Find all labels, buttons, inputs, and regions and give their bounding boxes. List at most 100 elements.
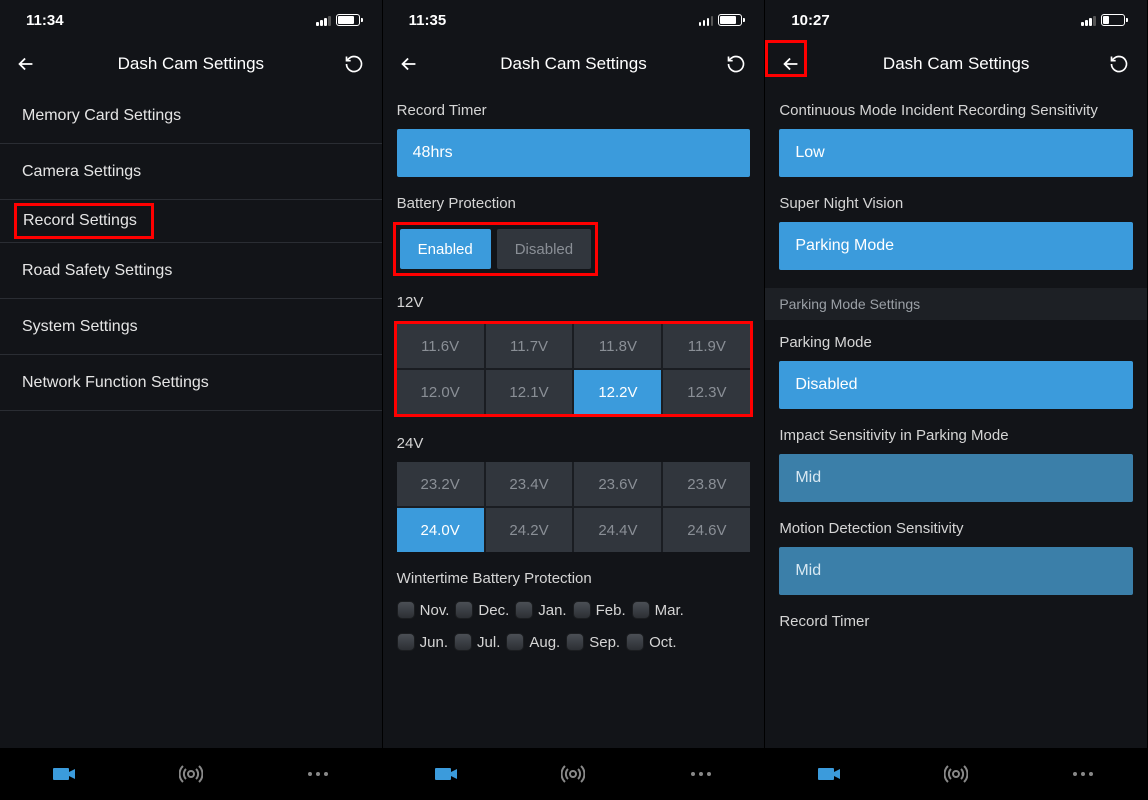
tab-broadcast-icon[interactable] <box>560 761 586 787</box>
winter-month-jun[interactable]: Jun. <box>397 633 448 651</box>
record-timer-label-3: Record Timer <box>765 595 1147 640</box>
battery-protection-label: Battery Protection <box>383 177 765 222</box>
app-header: Dash Cam Settings <box>0 40 382 88</box>
v12-highlight: 11.6V 11.7V 11.8V 11.9V 12.0V 12.1V 12.2… <box>394 321 754 417</box>
winter-label: Wintertime Battery Protection <box>383 552 765 597</box>
record-timer-label: Record Timer <box>383 88 765 129</box>
app-header: Dash Cam Settings <box>765 40 1147 88</box>
signal-icon <box>699 15 714 26</box>
status-bar: 10:27 <box>765 0 1147 40</box>
winter-month-oct[interactable]: Oct. <box>626 633 677 651</box>
motion-detection-label: Motion Detection Sensitivity <box>765 502 1147 547</box>
v24-option[interactable]: 23.6V <box>574 462 661 506</box>
winter-month-sep[interactable]: Sep. <box>566 633 620 651</box>
impact-sensitivity-label: Impact Sensitivity in Parking Mode <box>765 409 1147 454</box>
menu-item-memory-card[interactable]: Memory Card Settings <box>0 88 382 144</box>
v12-grid: 11.6V 11.7V 11.8V 11.9V 12.0V 12.1V 12.2… <box>397 324 751 414</box>
status-time: 11:35 <box>409 12 447 29</box>
status-indicators <box>316 14 360 26</box>
record-timer-value[interactable]: 48hrs <box>397 129 751 177</box>
battery-icon <box>1101 14 1125 26</box>
menu-item-record-highlighted[interactable]: Record Settings <box>14 203 154 239</box>
v24-grid: 23.2V 23.4V 23.6V 23.8V 24.0V 24.2V 24.4… <box>397 462 751 552</box>
parking-mode-label: Parking Mode <box>765 320 1147 361</box>
status-bar: 11:34 <box>0 0 382 40</box>
tab-more-icon[interactable] <box>305 761 331 787</box>
v12-option[interactable]: 11.9V <box>663 324 750 368</box>
tab-broadcast-icon[interactable] <box>943 761 969 787</box>
motion-detection-value[interactable]: Mid <box>779 547 1133 595</box>
status-time: 10:27 <box>791 12 829 29</box>
settings-list: Memory Card Settings Camera Settings Rec… <box>0 88 382 411</box>
winter-month-dec[interactable]: Dec. <box>455 601 509 619</box>
tab-more-icon[interactable] <box>1070 761 1096 787</box>
winter-month-jul[interactable]: Jul. <box>454 633 500 651</box>
status-bar: 11:35 <box>383 0 765 40</box>
refresh-icon[interactable] <box>724 52 748 76</box>
parking-settings-content: Continuous Mode Incident Recording Sensi… <box>765 88 1147 748</box>
battery-icon <box>718 14 742 26</box>
parking-mode-subheader: Parking Mode Settings <box>765 288 1147 320</box>
v24-option[interactable]: 24.2V <box>486 508 573 552</box>
winter-checkbox-row-1: Nov. Dec. Jan. Feb. Mar. <box>383 597 765 629</box>
parking-mode-value[interactable]: Disabled <box>779 361 1133 409</box>
menu-item-road-safety[interactable]: Road Safety Settings <box>0 243 382 299</box>
v12-label: 12V <box>383 276 765 321</box>
tab-camera-icon[interactable] <box>816 761 842 787</box>
page-title: Dash Cam Settings <box>883 54 1029 74</box>
settings-list-container: Memory Card Settings Camera Settings Rec… <box>0 88 382 748</box>
record-settings-content: Record Timer 48hrs Battery Protection En… <box>383 88 765 748</box>
bottom-nav <box>0 748 382 800</box>
v24-option[interactable]: 24.4V <box>574 508 661 552</box>
v24-option-selected[interactable]: 24.0V <box>397 508 484 552</box>
battery-protection-toggle: Enabled Disabled <box>400 229 591 269</box>
v12-option[interactable]: 11.7V <box>486 324 573 368</box>
impact-sensitivity-value[interactable]: Mid <box>779 454 1133 502</box>
screen-2: 11:35 Dash Cam Settings Record Timer 48h… <box>383 0 766 800</box>
v12-option[interactable]: 12.1V <box>486 370 573 414</box>
tab-camera-icon[interactable] <box>51 761 77 787</box>
screen-3: 10:27 Dash Cam Settings Continuous Mode … <box>765 0 1148 800</box>
night-vision-value[interactable]: Parking Mode <box>779 222 1133 270</box>
status-time: 11:34 <box>26 12 64 29</box>
back-icon[interactable] <box>14 52 38 76</box>
v12-option-selected[interactable]: 12.2V <box>574 370 661 414</box>
v12-option[interactable]: 11.6V <box>397 324 484 368</box>
menu-item-network[interactable]: Network Function Settings <box>0 355 382 411</box>
menu-item-camera[interactable]: Camera Settings <box>0 144 382 200</box>
v12-option[interactable]: 12.3V <box>663 370 750 414</box>
v12-option[interactable]: 12.0V <box>397 370 484 414</box>
v12-option[interactable]: 11.8V <box>574 324 661 368</box>
status-indicators <box>1081 14 1125 26</box>
tab-more-icon[interactable] <box>688 761 714 787</box>
v24-option[interactable]: 23.4V <box>486 462 573 506</box>
back-icon[interactable] <box>397 52 421 76</box>
tab-camera-icon[interactable] <box>433 761 459 787</box>
continuous-mode-value[interactable]: Low <box>779 129 1133 177</box>
winter-checkbox-row-2: Jun. Jul. Aug. Sep. Oct. <box>383 629 765 661</box>
winter-month-nov[interactable]: Nov. <box>397 601 450 619</box>
menu-item-system[interactable]: System Settings <box>0 299 382 355</box>
screen-1: 11:34 Dash Cam Settings Memory Card Sett… <box>0 0 383 800</box>
tab-broadcast-icon[interactable] <box>178 761 204 787</box>
page-title: Dash Cam Settings <box>118 54 264 74</box>
winter-month-feb[interactable]: Feb. <box>573 601 626 619</box>
back-icon[interactable] <box>779 52 803 76</box>
refresh-icon[interactable] <box>342 52 366 76</box>
toggle-disabled[interactable]: Disabled <box>497 229 591 269</box>
bottom-nav <box>765 748 1147 800</box>
status-indicators <box>699 14 743 26</box>
page-title: Dash Cam Settings <box>500 54 646 74</box>
refresh-icon[interactable] <box>1107 52 1131 76</box>
v24-option[interactable]: 23.8V <box>663 462 750 506</box>
v24-label: 24V <box>383 417 765 462</box>
toggle-enabled[interactable]: Enabled <box>400 229 491 269</box>
v24-option[interactable]: 23.2V <box>397 462 484 506</box>
winter-month-jan[interactable]: Jan. <box>515 601 566 619</box>
winter-month-mar[interactable]: Mar. <box>632 601 684 619</box>
winter-month-aug[interactable]: Aug. <box>506 633 560 651</box>
battery-icon <box>336 14 360 26</box>
night-vision-label: Super Night Vision <box>765 177 1147 222</box>
battery-protection-highlight: Enabled Disabled <box>393 222 598 276</box>
v24-option[interactable]: 24.6V <box>663 508 750 552</box>
